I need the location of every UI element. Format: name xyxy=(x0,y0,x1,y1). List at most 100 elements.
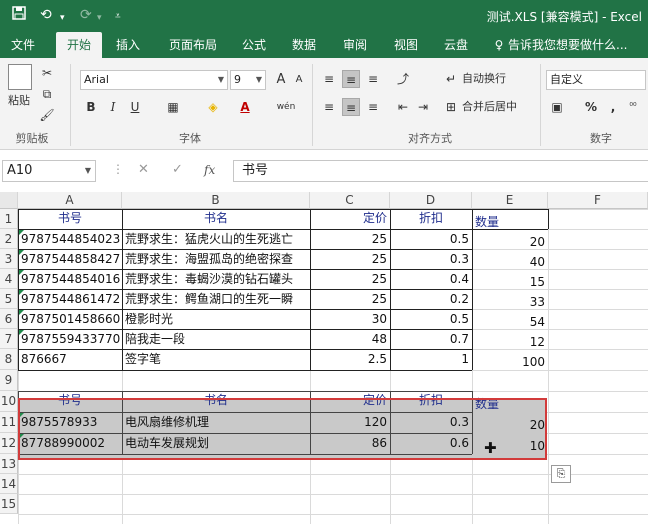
cell[interactable]: 876667 xyxy=(18,349,122,370)
cell[interactable]: 12 xyxy=(472,332,548,352)
accounting-format-icon[interactable]: ▣ xyxy=(548,98,566,116)
cell[interactable]: 25 xyxy=(310,269,390,289)
shrink-font-icon[interactable]: A xyxy=(290,71,308,89)
row-header[interactable]: 10 xyxy=(0,391,18,412)
align-right-icon[interactable]: ≡ xyxy=(364,98,382,116)
cell[interactable]: 荒野求生：猛虎火山的生死逃亡 xyxy=(122,229,310,249)
cell[interactable]: 25 xyxy=(310,249,390,269)
cell[interactable]: 9787544854016 xyxy=(18,269,122,289)
align-middle-icon[interactable]: ≡ xyxy=(342,70,360,88)
cell[interactable]: 40 xyxy=(472,252,548,272)
format-painter-icon[interactable]: 🖌 xyxy=(38,106,56,124)
cell[interactable]: 书名 xyxy=(122,208,310,228)
undo-dropdown-icon[interactable]: ▾ xyxy=(60,9,65,27)
fill-color-icon[interactable]: ◈ xyxy=(204,98,222,116)
insert-function-button[interactable]: fx xyxy=(204,163,215,177)
row-header[interactable]: 14 xyxy=(0,474,18,494)
tab-home[interactable]: 开始 xyxy=(56,32,102,58)
cell[interactable]: 2.5 xyxy=(310,349,390,370)
cell[interactable]: 荒野求生：鳄鱼湖口的生死一瞬 xyxy=(122,289,310,309)
formula-input[interactable]: 书号 xyxy=(233,160,648,182)
cell[interactable]: 48 xyxy=(310,329,390,349)
redo-icon[interactable]: ⟳ xyxy=(80,6,92,24)
decrease-indent-icon[interactable]: ⇤ xyxy=(394,98,412,116)
row-header[interactable]: 6 xyxy=(0,309,18,329)
cell[interactable]: 数量 xyxy=(472,212,548,232)
font-name-combo[interactable]: Arial ▼ xyxy=(80,70,228,90)
cell[interactable]: 33 xyxy=(472,292,548,312)
row-header[interactable]: 3 xyxy=(0,249,18,269)
align-top-icon[interactable]: ≡ xyxy=(320,70,338,88)
comma-button[interactable]: , xyxy=(604,98,622,116)
tab-page-layout[interactable]: 页面布局 xyxy=(160,32,226,58)
row-header[interactable]: 4 xyxy=(0,269,18,289)
cell[interactable]: 签字笔 xyxy=(122,349,310,370)
orientation-icon[interactable]: ⤴ xyxy=(394,70,412,88)
cell[interactable]: 9787544861472 xyxy=(18,289,122,309)
tab-review[interactable]: 审阅 xyxy=(337,32,373,58)
cell[interactable]: 0.5 xyxy=(390,229,472,249)
row-header[interactable]: 12 xyxy=(0,433,18,454)
cell[interactable]: 54 xyxy=(472,312,548,332)
number-format-combo[interactable]: 自定义 xyxy=(546,70,646,90)
redo-dropdown-icon[interactable]: ▾ xyxy=(97,9,102,27)
save-icon[interactable] xyxy=(12,6,26,25)
enter-icon[interactable]: ✓ xyxy=(172,162,183,177)
merge-center-button[interactable]: 合并后居中 xyxy=(462,100,517,114)
cell[interactable]: 折扣 xyxy=(390,208,472,228)
wrap-text-icon[interactable]: ↵ xyxy=(442,70,460,88)
italic-button[interactable]: I xyxy=(104,98,122,116)
cancel-icon[interactable]: ✕ xyxy=(138,162,149,177)
cell[interactable]: 9787544858427 xyxy=(18,249,122,269)
merge-center-icon[interactable]: ⊞ xyxy=(442,98,460,116)
cell[interactable]: 书号 xyxy=(18,208,122,228)
cell[interactable]: 荒野求生：海盟孤岛的绝密探查 xyxy=(122,249,310,269)
paste-icon[interactable] xyxy=(8,64,32,90)
increase-decimal-icon[interactable]: ⁰⁰ xyxy=(624,98,642,116)
percent-button[interactable]: % xyxy=(582,98,600,116)
cell[interactable]: 0.3 xyxy=(390,249,472,269)
row-header[interactable]: 9 xyxy=(0,370,18,391)
wrap-text-button[interactable]: 自动换行 xyxy=(462,72,506,86)
paste-button[interactable]: 粘贴 xyxy=(8,94,30,108)
tab-insert[interactable]: 插入 xyxy=(108,32,148,58)
cell[interactable]: 9787559433770 xyxy=(18,329,122,349)
cell[interactable]: 15 xyxy=(472,272,548,292)
cell[interactable]: 0.4 xyxy=(390,269,472,289)
cell[interactable]: 0.5 xyxy=(390,309,472,329)
cell[interactable]: 30 xyxy=(310,309,390,329)
cell[interactable]: 0.2 xyxy=(390,289,472,309)
cell[interactable]: 25 xyxy=(310,229,390,249)
font-size-combo[interactable]: 9 ▼ xyxy=(230,70,266,90)
cell[interactable]: 0.7 xyxy=(390,329,472,349)
cell[interactable]: 9787501458660 xyxy=(18,309,122,329)
cell[interactable]: 橙影时光 xyxy=(122,309,310,329)
row-header[interactable]: 5 xyxy=(0,289,18,309)
tab-cloud[interactable]: 云盘 xyxy=(438,32,474,58)
paste-options-icon[interactable]: ⎘ xyxy=(551,465,571,483)
undo-icon[interactable]: ⟲ xyxy=(40,6,52,24)
cell[interactable]: 20 xyxy=(472,232,548,252)
copy-icon[interactable]: ⧉ xyxy=(38,85,56,103)
cut-icon[interactable]: ✂ xyxy=(38,64,56,82)
bold-button[interactable]: B xyxy=(82,98,100,116)
row-header[interactable]: 11 xyxy=(0,412,18,433)
cell[interactable]: 9787544854023 xyxy=(18,229,122,249)
tell-me-search[interactable]: 告诉我您想要做什么... xyxy=(508,32,646,58)
tab-view[interactable]: 视图 xyxy=(388,32,424,58)
row-header[interactable]: 2 xyxy=(0,229,18,249)
font-color-icon[interactable]: A xyxy=(236,98,254,116)
row-header[interactable]: 15 xyxy=(0,494,18,514)
name-box[interactable]: A10 ▼ xyxy=(2,160,96,182)
tab-formulas[interactable]: 公式 xyxy=(236,32,272,58)
cell[interactable]: 陪我走一段 xyxy=(122,329,310,349)
cell[interactable]: 1 xyxy=(390,349,472,370)
cell[interactable]: 荒野求生：毒蝎沙漠的钻石罐头 xyxy=(122,269,310,289)
customize-qat-icon[interactable]: ⩡ xyxy=(115,8,121,26)
row-header[interactable]: 13 xyxy=(0,454,18,474)
row-header[interactable]: 7 xyxy=(0,329,18,349)
row-header[interactable]: 8 xyxy=(0,349,18,370)
cell[interactable]: 定价 xyxy=(310,208,390,228)
tab-file[interactable]: 文件 xyxy=(4,32,42,58)
underline-button[interactable]: U xyxy=(126,98,144,116)
